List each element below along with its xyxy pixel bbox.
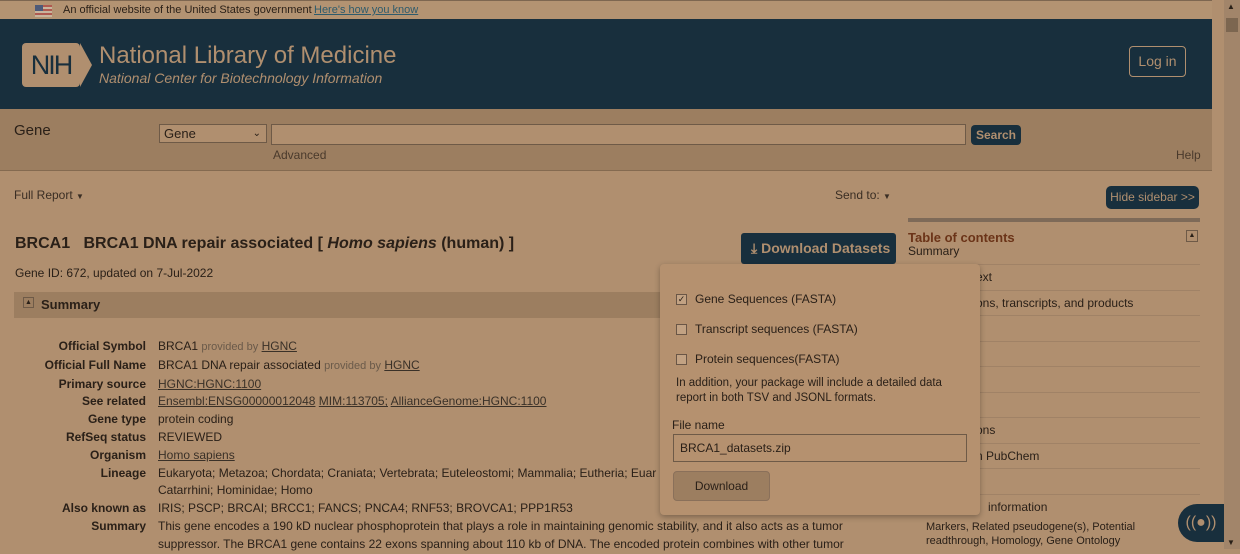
summary-section-header[interactable]: ▲ Summary: [14, 292, 674, 318]
gov-banner: An official website of the United States…: [0, 0, 1212, 19]
row-label: Official Full Name: [44, 357, 146, 372]
download-datasets-label: Download Datasets: [761, 240, 891, 256]
collapse-icon[interactable]: ▲: [1186, 230, 1198, 242]
checkbox-checked-icon[interactable]: ✓: [676, 293, 687, 305]
us-flag-icon: [35, 5, 52, 17]
toc-item[interactable]: Summary: [908, 245, 1200, 265]
database-label: Gene: [14, 122, 51, 139]
scrollbar[interactable]: ▲ ▼: [1224, 0, 1240, 549]
row-label: Gene type: [87, 412, 146, 427]
protein-sequences-checkbox[interactable]: Protein sequences(FASTA): [676, 352, 840, 366]
file-name-label: File name: [672, 418, 725, 432]
gene-symbol: BRCA1: [15, 235, 71, 252]
login-button[interactable]: Log in: [1129, 46, 1186, 77]
help-link[interactable]: Help: [1176, 148, 1201, 162]
summary-heading: Summary: [41, 297, 101, 312]
gene-title-end: (human) ]: [441, 235, 515, 252]
heres-how-you-know-link[interactable]: Here's how you know: [314, 1, 418, 19]
chevron-down-icon: ⌄: [252, 128, 261, 139]
package-note: In addition, your package will include a…: [676, 377, 942, 404]
mim-link[interactable]: MIM:113705;: [319, 394, 388, 408]
primary-source-link[interactable]: HGNC:HGNC:1100: [158, 377, 261, 391]
row-value: This gene encodes a 190 kD nuclear phosp…: [158, 518, 843, 533]
toc-title: Table of contents: [908, 230, 1015, 245]
row-label: RefSeq status: [65, 429, 146, 444]
site-header: NIH National Library of Medicine Nationa…: [0, 19, 1212, 109]
search-button[interactable]: Search: [971, 125, 1021, 145]
row-value: BRCA1 DNA repair associated: [158, 357, 321, 372]
checkbox-icon[interactable]: [676, 323, 687, 335]
database-select[interactable]: Gene ⌄: [159, 124, 267, 143]
scrollbar-thumb[interactable]: [1226, 18, 1238, 32]
row-label: Lineage: [100, 465, 146, 480]
gene-sequences-checkbox[interactable]: ✓ Gene Sequences (FASTA): [676, 292, 836, 306]
gene-species: Homo sapiens: [327, 235, 437, 252]
option-label: Gene Sequences (FASTA): [695, 292, 837, 306]
advanced-link[interactable]: Advanced: [273, 148, 326, 162]
send-to-label: Send to:: [835, 188, 880, 202]
full-report-label: Full Report: [14, 188, 73, 202]
row-label: Summary: [91, 518, 146, 533]
alliance-genome-link[interactable]: AllianceGenome:HGNC:1100: [391, 394, 547, 408]
row-label: Primary source: [58, 376, 146, 391]
send-to-menu[interactable]: Send to: ▼: [835, 188, 891, 202]
organism-link[interactable]: Homo sapiens: [158, 448, 235, 462]
toc-subitems[interactable]: Markers, Related pseudogene(s), Potentia…: [908, 520, 1200, 548]
caret-down-icon: ▼: [76, 192, 84, 201]
row-label: See related: [81, 394, 146, 409]
option-label: Transcript sequences (FASTA): [695, 322, 858, 336]
search-input[interactable]: [271, 124, 966, 145]
broadcast-icon[interactable]: ((●)): [1178, 504, 1224, 542]
provided-by: provided by: [201, 341, 259, 353]
table-row: Summary This gene encodes a 190 kD nuclea…: [0, 518, 860, 554]
row-label: Also known as: [61, 501, 146, 516]
ensembl-link[interactable]: Ensembl:ENSG00000012048: [158, 394, 315, 408]
row-label: Organism: [89, 447, 146, 462]
hide-sidebar-button[interactable]: Hide sidebar >>: [1106, 186, 1199, 209]
search-bar: Gene Gene ⌄ Search Advanced Help: [0, 109, 1212, 171]
row-label: Official Symbol: [58, 339, 146, 353]
download-datasets-button[interactable]: ⤓ Download Datasets: [741, 233, 896, 264]
site-subtitle: National Center for Biotechnology Inform…: [99, 70, 383, 86]
download-button[interactable]: Download: [673, 471, 770, 501]
transcript-sequences-checkbox[interactable]: Transcript sequences (FASTA): [676, 322, 858, 336]
full-report-menu[interactable]: Full Report ▼: [14, 188, 84, 202]
nih-logo-chevron: [80, 43, 92, 87]
option-label: Protein sequences(FASTA): [695, 352, 840, 366]
file-name-input[interactable]: BRCA1_datasets.zip: [673, 434, 967, 462]
caret-down-icon: ▼: [883, 192, 891, 201]
hgnc-link[interactable]: HGNC: [384, 358, 419, 372]
scroll-up-icon[interactable]: ▲: [1227, 2, 1235, 11]
scroll-down-icon[interactable]: ▼: [1227, 538, 1235, 547]
page-title: BRCA1 BRCA1 DNA repair associated [ Homo…: [15, 235, 514, 253]
download-datasets-popup: ✓ Gene Sequences (FASTA) Transcript seque…: [660, 264, 980, 515]
gene-id: Gene ID: 672, updated on 7-Jul-2022: [15, 266, 214, 280]
hgnc-link[interactable]: HGNC: [262, 339, 297, 353]
gov-banner-text: An official website of the United States…: [63, 4, 312, 16]
row-value-cont: suppressor. The BRCA1 gene contains 22 e…: [158, 536, 844, 551]
row-value: BRCA1: [158, 339, 199, 353]
database-select-value: Gene: [164, 126, 196, 141]
gene-title: BRCA1 DNA repair associated [: [83, 235, 323, 252]
site-title[interactable]: National Library of Medicine: [99, 42, 396, 70]
checkbox-icon[interactable]: [676, 353, 687, 365]
collapse-icon[interactable]: ▲: [23, 297, 34, 308]
nih-logo[interactable]: NIH: [22, 43, 80, 87]
download-icon: ⤓: [751, 240, 758, 256]
provided-by: provided by: [324, 359, 381, 372]
